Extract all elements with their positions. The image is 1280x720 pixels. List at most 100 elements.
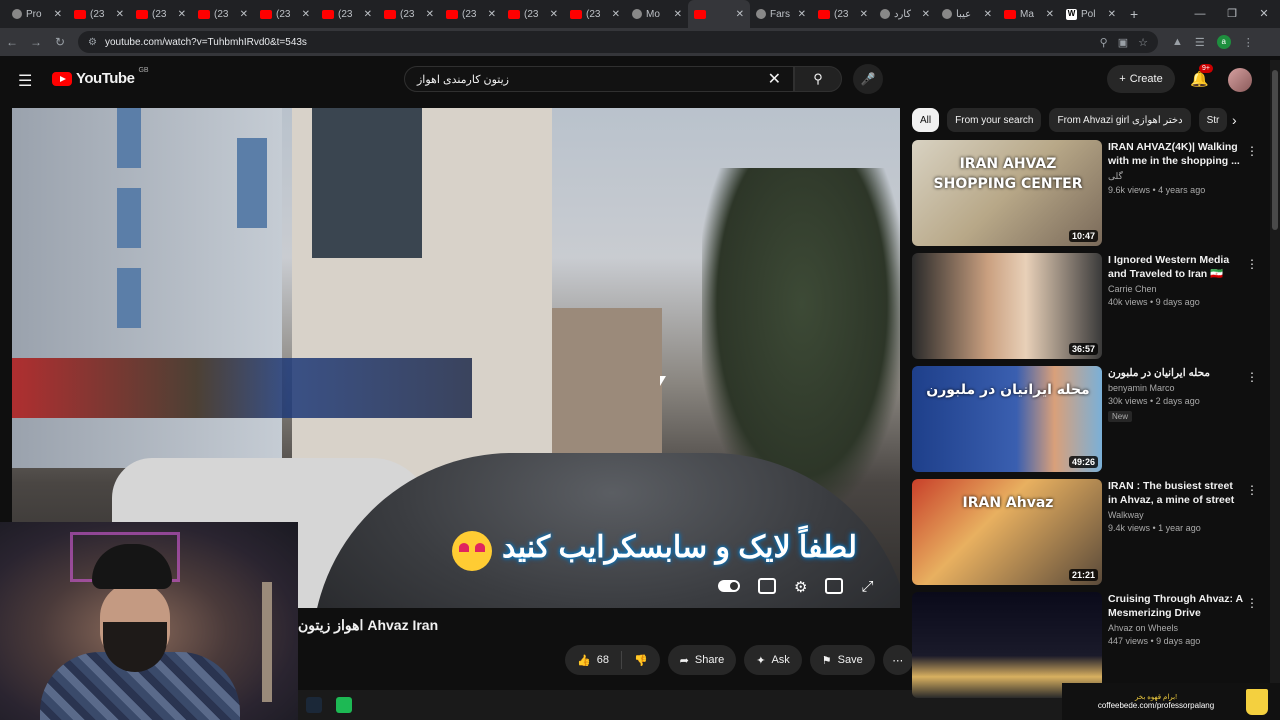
close-tab-icon[interactable]: ✕	[302, 9, 310, 20]
close-tab-icon[interactable]: ✕	[674, 9, 682, 20]
recommendation-item[interactable]: 36:57 I Ignored Western Media and Travele…	[912, 253, 1262, 361]
save-button[interactable]: ⚑ Save	[809, 645, 875, 675]
browser-tab[interactable]: (23 ✕	[502, 0, 564, 28]
chevron-right-icon[interactable]: ›	[1232, 112, 1237, 128]
close-tab-icon[interactable]: ✕	[1046, 9, 1054, 20]
filter-chip[interactable]: All	[912, 108, 940, 132]
close-tab-icon[interactable]: ✕	[612, 9, 620, 20]
ask-button[interactable]: ✦ Ask	[744, 645, 802, 675]
close-tab-icon[interactable]: ✕	[116, 9, 124, 20]
recommendation-title[interactable]: IRAN : The busiest street in Ahvaz, a mi…	[1108, 479, 1244, 507]
reload-icon[interactable]: ↻	[48, 35, 72, 49]
more-actions-button[interactable]: ⋯	[882, 645, 913, 675]
profile-icon[interactable]: a	[1216, 35, 1231, 49]
voice-search-button[interactable]: 🎤	[853, 64, 883, 94]
recommendation-title[interactable]: I Ignored Western Media and Traveled to …	[1108, 253, 1244, 281]
close-tab-icon[interactable]: ✕	[54, 9, 62, 20]
browser-tab[interactable]: (23 ✕	[192, 0, 254, 28]
minimize-icon[interactable]: —	[1184, 0, 1216, 28]
more-options-icon[interactable]: ⋮	[1246, 144, 1258, 158]
browser-tab[interactable]: (23 ✕	[68, 0, 130, 28]
filter-chip[interactable]: From your search	[947, 108, 1042, 132]
video-thumbnail[interactable]: IRAN AHVAZ SHOPPING CENTER 10:47	[912, 140, 1102, 246]
video-thumbnail[interactable]: 36:57	[912, 253, 1102, 359]
youtube-logo[interactable]: YouTube GB	[52, 67, 149, 87]
browser-tab[interactable]: (23 ✕	[812, 0, 874, 28]
close-tab-icon[interactable]: ✕	[860, 9, 868, 20]
autoplay-toggle[interactable]	[718, 580, 740, 592]
channel-name[interactable]: گلی	[1108, 171, 1244, 182]
more-options-icon[interactable]: ⋮	[1246, 596, 1258, 610]
close-tab-icon[interactable]: ✕	[550, 9, 558, 20]
filter-chip[interactable]: Str	[1198, 108, 1228, 132]
browser-tab[interactable]: Fars ✕	[750, 0, 812, 28]
close-tab-icon[interactable]: ✕	[488, 9, 496, 20]
recommendation-item[interactable]: IRAN Ahvaz 21:21 IRAN : The busiest street…	[912, 479, 1262, 587]
browser-tab[interactable]: (23 ✕	[564, 0, 626, 28]
share-button[interactable]: ➦ Share	[667, 645, 737, 675]
close-tab-icon[interactable]: ✕	[922, 9, 930, 20]
close-tab-icon[interactable]: ✕	[178, 9, 186, 20]
browser-tab[interactable]: ✕	[688, 0, 750, 28]
filter-chip[interactable]: From Ahvazi girl دختر اهوازی	[1049, 108, 1191, 132]
close-tab-icon[interactable]: ✕	[798, 9, 806, 20]
close-tab-icon[interactable]: ✕	[240, 9, 248, 20]
browser-tab[interactable]: کارد ✕	[874, 0, 936, 28]
recommendation-title[interactable]: IRAN AHVAZ(4K)| Walking with me in the s…	[1108, 140, 1244, 168]
more-options-icon[interactable]: ⋮	[1246, 370, 1258, 384]
coffee-banner[interactable]: برام قهوه بخر! coffeebede.com/professorp…	[1062, 683, 1280, 720]
forward-icon[interactable]: →	[24, 35, 48, 49]
close-tab-icon[interactable]: ✕	[1108, 9, 1116, 20]
more-options-icon[interactable]: ⋮	[1246, 257, 1258, 271]
steam-icon[interactable]	[306, 697, 322, 713]
site-info-icon[interactable]: ⚙	[88, 37, 97, 48]
media-control-icon[interactable]: ☰	[1195, 36, 1205, 49]
extensions-icon[interactable]: ▲	[1172, 36, 1183, 48]
bookmark-star-icon[interactable]: ☆	[1138, 36, 1148, 49]
app-icon[interactable]	[336, 697, 352, 713]
browser-tab[interactable]: (23 ✕	[254, 0, 316, 28]
clear-search-icon[interactable]: ✕	[768, 69, 781, 89]
new-tab-icon[interactable]: +	[1130, 6, 1138, 22]
search-button[interactable]: ⚲	[794, 66, 842, 92]
url-field[interactable]: ⚙ youtube.com/watch?v=TuhbmhIRvd0&t=543s…	[78, 31, 1158, 53]
search-input[interactable]: زیتون کارمندی اهواز ✕	[404, 66, 794, 92]
menu-icon[interactable]: ☰	[18, 71, 32, 91]
browser-tab[interactable]: W Pol ✕	[1060, 0, 1122, 28]
notifications-button[interactable]: 🔔 9+	[1190, 64, 1213, 88]
zoom-icon[interactable]: ⚲	[1100, 36, 1108, 49]
browser-tab[interactable]: (23 ✕	[440, 0, 502, 28]
browser-tab[interactable]: Ma ✕	[998, 0, 1060, 28]
close-tab-icon[interactable]: ✕	[984, 9, 992, 20]
fullscreen-icon[interactable]: ⤢	[861, 578, 873, 596]
scrollbar[interactable]	[1270, 60, 1280, 690]
miniplayer-icon[interactable]	[825, 578, 844, 594]
close-tab-icon[interactable]: ✕	[364, 9, 372, 20]
browser-menu-icon[interactable]: ⋮	[1243, 36, 1254, 49]
settings-gear-icon[interactable]: ⚙	[794, 578, 807, 596]
browser-tab[interactable]: Mo ✕	[626, 0, 688, 28]
channel-name[interactable]: Walkway	[1108, 510, 1244, 520]
close-tab-icon[interactable]: ✕	[426, 9, 434, 20]
channel-name[interactable]: Carrie Chen	[1108, 284, 1244, 294]
like-icon[interactable]: 👍	[577, 654, 591, 667]
channel-name[interactable]: benyamin Marco	[1108, 383, 1244, 393]
more-options-icon[interactable]: ⋮	[1246, 483, 1258, 497]
recommendation-item[interactable]: محله ایرانیان در ملبورن 49:26 محله ایرانیا…	[912, 366, 1262, 474]
browser-tab[interactable]: عیبا ✕	[936, 0, 998, 28]
subtitles-icon[interactable]	[758, 578, 776, 594]
recommendation-title[interactable]: Cruising Through Ahvaz: A Mesmerizing Dr…	[1108, 592, 1244, 620]
dislike-icon[interactable]: 👎	[634, 654, 648, 667]
recommendation-title[interactable]: محله ایرانیان در ملبورن	[1108, 366, 1244, 380]
restore-icon[interactable]: ❐	[1216, 0, 1248, 28]
channel-name[interactable]: Ahvaz on Wheels	[1108, 623, 1244, 633]
browser-tab[interactable]: (23 ✕	[316, 0, 378, 28]
browser-tab[interactable]: (23 ✕	[378, 0, 440, 28]
recommendation-item[interactable]: IRAN AHVAZ SHOPPING CENTER 10:47 IRAN AHVA…	[912, 140, 1262, 248]
close-window-icon[interactable]: ✕	[1248, 0, 1280, 28]
close-tab-icon[interactable]: ✕	[736, 9, 744, 20]
browser-tab[interactable]: Pro ✕	[6, 0, 68, 28]
create-button[interactable]: + Create	[1107, 65, 1175, 93]
browser-tab[interactable]: (23 ✕	[130, 0, 192, 28]
avatar[interactable]	[1228, 68, 1252, 92]
